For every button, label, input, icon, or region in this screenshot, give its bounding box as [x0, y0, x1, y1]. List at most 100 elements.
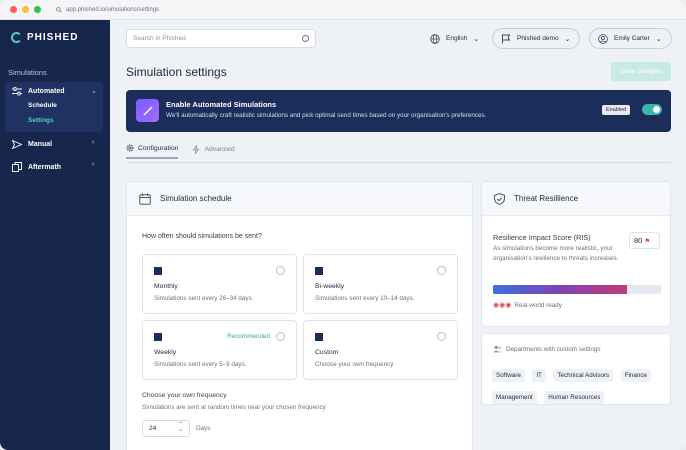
frequency-option-monthly[interactable]: Monthly Simulations sent every 26–34 day…	[142, 254, 297, 314]
users-icon	[493, 345, 502, 353]
brand-logo[interactable]: PHISHED	[0, 20, 110, 43]
tabs-divider	[126, 162, 671, 163]
department-chip[interactable]: Technical Advisors	[553, 369, 614, 382]
frequency-option-weekly[interactable]: Recommended Weekly Simulations sent ever…	[142, 320, 297, 380]
option-title: Custom	[315, 349, 339, 356]
chevron-left-icon[interactable]: ‹	[92, 139, 94, 146]
stepper-icon[interactable]: ⌃ ⌄	[178, 422, 183, 433]
calendar-square-icon	[154, 333, 162, 341]
browser-chrome: app.phished.io/simulations/settings	[0, 0, 686, 20]
card-header: Threat Resillience	[482, 182, 670, 216]
user-icon	[598, 33, 608, 44]
sidebar-item-aftermath[interactable]: Aftermath	[12, 162, 61, 172]
save-changes-button[interactable]: Save changes	[611, 62, 671, 81]
ris-score: 80	[634, 236, 643, 245]
maximize-dot-icon[interactable]	[34, 6, 41, 13]
close-dot-icon[interactable]	[10, 6, 17, 13]
organization-label: Phished demo	[517, 35, 559, 42]
calendar-square-icon	[315, 333, 323, 341]
department-chips: Software IT Technical Advisors Finance M…	[492, 364, 667, 408]
calendar-square-icon	[315, 267, 323, 275]
banner-description: We'll automatically craft realistic simu…	[166, 112, 487, 119]
department-chip[interactable]: IT	[532, 369, 546, 382]
address-bar[interactable]: app.phished.io/simulations/settings	[56, 7, 159, 13]
frequency-option-custom[interactable]: Custom Choose your own frequency	[303, 320, 458, 380]
globe-icon	[430, 33, 440, 44]
chevron-down-icon: ⌄	[655, 35, 662, 43]
gear-icon	[126, 144, 134, 152]
frequency-question: How often should simulations be sent?	[142, 233, 262, 240]
radio-button[interactable]	[437, 266, 446, 275]
ris-status: ◉◉◉ Real-world ready	[493, 301, 562, 310]
frequency-unit: Days	[196, 425, 211, 432]
automated-simulations-toggle[interactable]	[642, 104, 662, 115]
brand-name: PHISHED	[27, 32, 79, 43]
sidebar: PHISHED Simulations Automated ⌄ Schedule…	[0, 20, 110, 450]
option-description: Simulations sent every 10–14 days.	[315, 295, 415, 302]
sliders-icon	[12, 87, 22, 96]
minimize-dot-icon[interactable]	[22, 6, 29, 13]
settings-tabs: Configuration Advanced	[126, 144, 235, 159]
department-chip[interactable]: Software	[492, 369, 525, 382]
sidebar-item-label: Aftermath	[28, 163, 62, 171]
tab-advanced[interactable]: Advanced	[192, 144, 235, 159]
automated-simulations-banner: Enable Automated Simulations We'll autom…	[126, 90, 671, 132]
recommended-badge: Recommended	[227, 333, 270, 340]
option-description: Choose your own frequency	[315, 361, 394, 368]
tab-configuration[interactable]: Configuration	[126, 144, 179, 159]
sidebar-subitem-settings[interactable]: Settings	[28, 117, 54, 124]
frequency-option-biweekly[interactable]: Bi-weekly Simulations sent every 10–14 d…	[303, 254, 458, 314]
chevron-down-icon: ⌄	[564, 35, 571, 43]
departments-card: Departments with custom settings Softwar…	[481, 333, 671, 405]
ris-progress-fill	[493, 285, 628, 294]
sidebar-item-label: Manual	[28, 141, 53, 148]
custom-frequency-hint: Simulations are sent at random times nea…	[142, 404, 326, 411]
departments-header: Departments with custom settings	[493, 345, 601, 353]
url-text: app.phished.io/simulations/settings	[66, 6, 160, 13]
card-title: Threat Resillience	[514, 194, 579, 203]
chevron-down-icon[interactable]: ⌄	[91, 87, 97, 95]
radio-button[interactable]	[276, 332, 285, 341]
ris-progress-bar	[493, 285, 661, 294]
department-chip[interactable]: Human Resources	[544, 391, 605, 404]
sidebar-item-automated[interactable]: Automated	[12, 87, 65, 96]
shield-check-icon	[494, 192, 505, 205]
browser-window: app.phished.io/simulations/settings PHIS…	[0, 0, 686, 450]
search-icon	[302, 35, 309, 42]
department-chip[interactable]: Management	[492, 391, 537, 404]
ris-status-label: Real-world ready	[514, 301, 562, 309]
ris-score-box: 80 ⚑	[629, 232, 660, 249]
sidebar-item-manual[interactable]: Manual	[12, 140, 52, 149]
ris-label: Resilience Impact Score (RIS)	[493, 233, 591, 242]
magic-wand-icon	[136, 99, 159, 122]
lightning-icon	[192, 144, 200, 154]
fish-icon: ◉◉◉	[493, 302, 512, 309]
user-name: Emily Carter	[614, 35, 650, 42]
frequency-days-input[interactable]: 24 ⌃ ⌄	[142, 420, 190, 437]
sidebar-item-label: Automated	[28, 88, 65, 95]
card-header: Simulation schedule	[127, 182, 472, 216]
chevron-down-icon: ⌄	[473, 35, 480, 43]
page-title: Simulation settings	[126, 65, 227, 79]
radio-button[interactable]	[276, 266, 285, 275]
card-title: Simulation schedule	[160, 194, 232, 203]
send-icon	[12, 140, 22, 149]
flag-icon	[502, 34, 511, 43]
department-chip[interactable]: Finance	[620, 369, 652, 382]
chevron-left-icon[interactable]: ‹	[92, 161, 94, 168]
radio-button[interactable]	[437, 332, 446, 341]
language-label: English	[446, 35, 468, 42]
organization-selector[interactable]: Phished demo ⌄	[492, 28, 580, 49]
option-title: Weekly	[154, 349, 177, 356]
user-menu[interactable]: Emily Carter ⌄	[589, 28, 672, 49]
calendar-square-icon	[154, 267, 162, 275]
language-selector[interactable]: English ⌄	[422, 28, 487, 49]
fish-hook-icon: ⚑	[644, 237, 651, 245]
search-input[interactable]: Search in Phished	[126, 29, 316, 48]
sidebar-section-title: Simulations	[8, 68, 47, 77]
calendar-icon	[139, 193, 151, 205]
option-title: Monthly	[154, 283, 178, 290]
tab-label: Advanced	[204, 145, 235, 153]
sidebar-subitem-schedule[interactable]: Schedule	[28, 102, 57, 109]
simulation-schedule-card: Simulation schedule How often should sim…	[126, 181, 473, 450]
